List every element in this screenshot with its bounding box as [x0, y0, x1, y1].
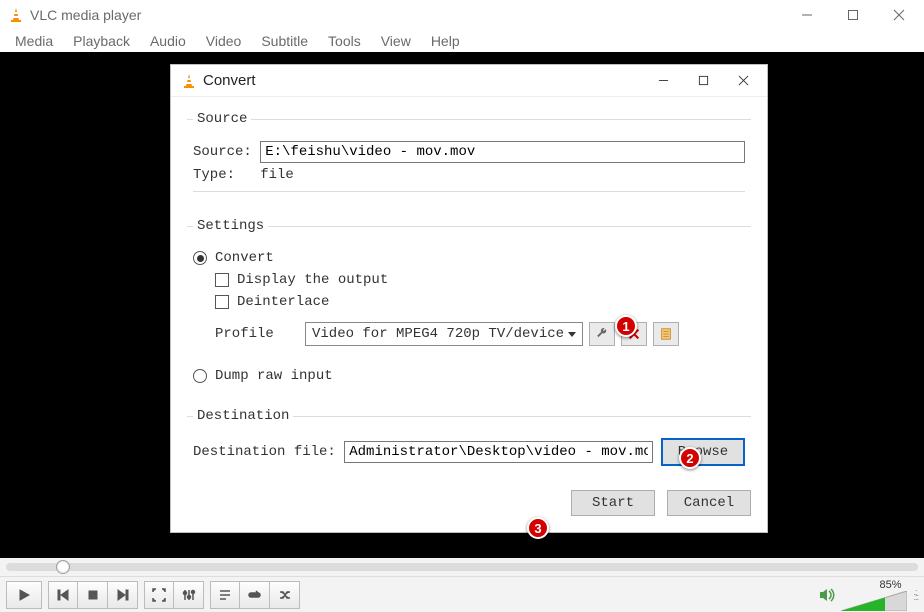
seek-handle[interactable] — [56, 560, 70, 574]
vlc-cone-icon — [181, 73, 197, 89]
shuffle-icon — [278, 588, 292, 602]
dialog-minimize-button[interactable] — [643, 67, 683, 95]
profile-label: Profile — [215, 326, 299, 342]
vlc-cone-icon — [8, 7, 24, 23]
source-group: Source Source: Type: file — [187, 111, 751, 206]
settings-group-label: Settings — [193, 218, 268, 234]
menu-subtitle[interactable]: Subtitle — [252, 33, 317, 49]
radio-icon — [193, 251, 207, 265]
source-input[interactable] — [260, 141, 745, 163]
profile-value: Video for MPEG4 720p TV/device — [312, 326, 564, 342]
type-value: file — [260, 167, 294, 183]
video-area: Convert Source Source: Type: file — [0, 52, 924, 558]
cancel-button[interactable]: Cancel — [667, 490, 751, 516]
previous-button[interactable] — [48, 581, 78, 609]
volume-area: 85% .:.:: — [819, 579, 918, 611]
browse-button[interactable]: Browse — [661, 438, 745, 466]
main-window-controls — [784, 0, 922, 30]
volume-percent: 85% — [841, 579, 901, 591]
dialog-titlebar: Convert — [171, 65, 767, 97]
radio-icon — [193, 369, 207, 383]
destination-input[interactable] — [344, 441, 653, 463]
convert-dialog: Convert Source Source: Type: file — [170, 64, 768, 533]
seek-track — [6, 563, 918, 571]
sliders-icon — [182, 588, 196, 602]
settings-group: Settings Convert Display the output Dein… — [187, 218, 751, 396]
convert-radio-label: Convert — [215, 250, 274, 266]
main-titlebar: VLC media player — [0, 0, 924, 30]
annotation-badge-2: 2 — [679, 447, 701, 469]
chevron-down-icon — [568, 332, 576, 337]
annotation-badge-1: 1 — [615, 315, 637, 337]
dialog-close-button[interactable] — [723, 67, 763, 95]
fullscreen-button[interactable] — [144, 581, 174, 609]
menubar: Media Playback Audio Video Subtitle Tool… — [0, 30, 924, 52]
menu-view[interactable]: View — [372, 33, 420, 49]
deinterlace-label: Deinterlace — [237, 294, 329, 310]
menu-video[interactable]: Video — [197, 33, 251, 49]
convert-radio[interactable]: Convert — [193, 250, 745, 266]
shuffle-button[interactable] — [270, 581, 300, 609]
menu-playback[interactable]: Playback — [64, 33, 139, 49]
source-label: Source: — [193, 144, 260, 160]
new-profile-button[interactable] — [653, 322, 679, 346]
menu-media[interactable]: Media — [6, 33, 62, 49]
close-button[interactable] — [876, 0, 922, 30]
transport-bar: 85% .:.:: — [0, 576, 924, 612]
annotation-badge-3: 3 — [527, 517, 549, 539]
destination-group-label: Destination — [193, 408, 293, 424]
source-group-label: Source — [193, 111, 251, 127]
maximize-button[interactable] — [830, 0, 876, 30]
extended-settings-button[interactable] — [174, 581, 204, 609]
dump-raw-radio[interactable]: Dump raw input — [193, 368, 745, 384]
stop-button[interactable] — [78, 581, 108, 609]
seek-bar[interactable] — [0, 558, 924, 576]
minimize-button[interactable] — [784, 0, 830, 30]
skip-previous-icon — [56, 588, 70, 602]
type-label: Type: — [193, 167, 260, 183]
edit-profile-button[interactable] — [589, 322, 615, 346]
profile-select[interactable]: Video for MPEG4 720p TV/device — [305, 322, 583, 346]
checkbox-icon — [215, 273, 229, 287]
new-profile-icon — [659, 327, 673, 341]
volume-slider[interactable] — [841, 591, 907, 611]
next-button[interactable] — [108, 581, 138, 609]
start-button[interactable]: Start — [571, 490, 655, 516]
stop-icon — [86, 588, 100, 602]
checkbox-icon — [215, 295, 229, 309]
destination-label: Destination file: — [193, 444, 344, 460]
dialog-maximize-button[interactable] — [683, 67, 723, 95]
destination-group: Destination Destination file: Browse — [187, 408, 751, 476]
menu-help[interactable]: Help — [422, 33, 469, 49]
playlist-icon — [218, 588, 232, 602]
loop-button[interactable] — [240, 581, 270, 609]
wrench-icon — [595, 327, 609, 341]
skip-next-icon — [116, 588, 130, 602]
dialog-title: Convert — [203, 72, 643, 89]
playlist-button[interactable] — [210, 581, 240, 609]
main-window-title: VLC media player — [30, 7, 784, 23]
play-button[interactable] — [6, 581, 42, 609]
display-output-checkbox[interactable]: Display the output — [215, 272, 745, 288]
play-icon — [17, 588, 31, 602]
speaker-icon[interactable] — [819, 588, 835, 602]
dump-raw-label: Dump raw input — [215, 368, 333, 384]
menu-audio[interactable]: Audio — [141, 33, 195, 49]
dialog-body: Source Source: Type: file Settings Conve… — [171, 97, 767, 532]
fullscreen-icon — [152, 588, 166, 602]
deinterlace-checkbox[interactable]: Deinterlace — [215, 294, 745, 310]
resize-grip-icon[interactable]: .:.:: — [913, 590, 918, 600]
menu-tools[interactable]: Tools — [319, 33, 370, 49]
loop-icon — [248, 588, 262, 602]
display-output-label: Display the output — [237, 272, 388, 288]
